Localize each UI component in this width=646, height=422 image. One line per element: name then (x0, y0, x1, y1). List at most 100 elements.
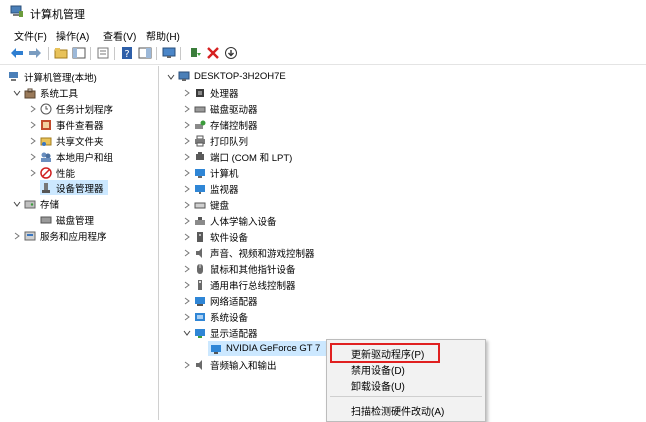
device-category-software-devices[interactable]: 软件设备 (182, 229, 248, 244)
chevron-right-icon[interactable] (182, 168, 192, 178)
chevron-right-icon[interactable] (182, 216, 192, 226)
tree-item-task-scheduler[interactable]: 任务计划程序 (28, 101, 113, 116)
tree-item-shared-folders[interactable]: 共享文件夹 (28, 133, 104, 148)
device-category-hid[interactable]: 人体学输入设备 (182, 213, 277, 228)
device-category-sound[interactable]: 声音、视频和游戏控制器 (182, 245, 315, 260)
shared-folder-icon (40, 135, 52, 147)
tree-item-local-users-groups[interactable]: 本地用户和组 (28, 149, 113, 164)
chevron-right-icon[interactable] (182, 136, 192, 146)
mouse-icon (194, 263, 206, 275)
chevron-right-icon[interactable] (182, 120, 192, 130)
tree-item-storage[interactable]: 存储 (12, 196, 59, 211)
device-category-computer[interactable]: 计算机 (182, 165, 239, 180)
chevron-right-icon[interactable] (182, 264, 192, 274)
menu-help[interactable]: 帮助(H) (146, 28, 180, 43)
chevron-down-icon[interactable] (166, 72, 176, 82)
chevron-down-icon[interactable] (12, 199, 22, 209)
keyboard-icon (194, 199, 206, 211)
chevron-right-icon[interactable] (28, 120, 38, 130)
system-device-icon (194, 311, 206, 323)
device-category-monitors[interactable]: 监视器 (182, 181, 239, 196)
toolbar-separator (114, 47, 115, 60)
menu-scan-hardware[interactable]: 扫描检测硬件改动(A) (351, 403, 444, 418)
hid-icon (194, 215, 206, 227)
chevron-right-icon[interactable] (182, 88, 192, 98)
chevron-right-icon[interactable] (182, 248, 192, 258)
properties-icon[interactable] (96, 46, 110, 60)
tree-item-services-applications[interactable]: 服务和应用程序 (12, 228, 107, 243)
chevron-right-icon[interactable] (28, 136, 38, 146)
up-folder-icon[interactable] (54, 46, 68, 60)
menu-action[interactable]: 操作(A) (56, 28, 89, 43)
storage-controller-icon (194, 119, 206, 131)
device-root[interactable]: DESKTOP-3H2OH7E (166, 69, 286, 84)
device-category-ports[interactable]: 端口 (COM 和 LPT) (182, 149, 292, 164)
chevron-right-icon[interactable] (182, 200, 192, 210)
window-title: 计算机管理 (30, 9, 85, 21)
chevron-right-icon[interactable] (28, 104, 38, 114)
update-driver-icon[interactable] (188, 46, 202, 60)
category-label: 键盘 (210, 200, 230, 212)
device-nvidia-geforce[interactable]: NVIDIA GeForce GT 7 (208, 341, 336, 356)
chevron-right-icon[interactable] (182, 360, 192, 370)
chevron-right-icon[interactable] (12, 231, 22, 241)
chevron-right-icon[interactable] (28, 152, 38, 162)
menu-update-driver[interactable]: 更新驱动程序(P) (351, 346, 424, 361)
device-category-display-adapters[interactable]: 显示适配器 (182, 325, 258, 340)
help-icon[interactable]: ? (120, 46, 134, 60)
menu-view[interactable]: 查看(V) (103, 28, 136, 43)
disk-drive-icon (194, 103, 206, 115)
category-label: 通用串行总线控制器 (210, 280, 296, 292)
menu-file[interactable]: 文件(F) (14, 28, 47, 43)
tree-item-computer-management[interactable]: 计算机管理(本地) (8, 69, 97, 84)
chevron-right-icon[interactable] (182, 104, 192, 114)
speaker-icon (194, 247, 206, 259)
device-category-audio-io[interactable]: 音频输入和输出 (182, 357, 277, 372)
disk-management-icon (40, 214, 52, 226)
tree-label: 事件查看器 (56, 120, 104, 132)
chevron-right-icon[interactable] (182, 232, 192, 242)
category-label: 监视器 (210, 184, 239, 196)
software-device-icon (194, 231, 206, 243)
back-arrow-icon[interactable] (10, 46, 24, 60)
menu-uninstall-device[interactable]: 卸载设备(U) (351, 378, 405, 393)
category-label: 音频输入和输出 (210, 360, 277, 372)
chevron-down-icon[interactable] (12, 88, 22, 98)
category-label: 显示适配器 (210, 328, 258, 340)
chevron-right-icon[interactable] (182, 296, 192, 306)
menu-disable-device[interactable]: 禁用设备(D) (351, 362, 405, 377)
tree-label: 共享文件夹 (56, 136, 104, 148)
chevron-right-icon[interactable] (182, 280, 192, 290)
chevron-right-icon[interactable] (182, 312, 192, 322)
tree-item-performance[interactable]: 性能 (28, 165, 75, 180)
storage-icon (24, 198, 36, 210)
chevron-right-icon[interactable] (28, 168, 38, 178)
device-category-network-adapters[interactable]: 网络适配器 (182, 293, 258, 308)
device-category-system-devices[interactable]: 系统设备 (182, 309, 248, 324)
tree-item-disk-management[interactable]: 磁盘管理 (40, 212, 94, 227)
forward-arrow-icon[interactable] (28, 46, 42, 60)
device-category-processors[interactable]: 处理器 (182, 85, 239, 100)
chevron-right-icon[interactable] (182, 152, 192, 162)
toolbar-separator (90, 47, 91, 60)
monitor-icon (194, 183, 206, 195)
chevron-right-icon[interactable] (182, 184, 192, 194)
action-pane-icon[interactable] (138, 46, 152, 60)
tree-item-system-tools[interactable]: 系统工具 (12, 85, 78, 100)
show-hide-tree-icon[interactable] (72, 46, 86, 60)
device-category-storage-controllers[interactable]: 存储控制器 (182, 117, 258, 132)
category-label: 鼠标和其他指针设备 (210, 264, 296, 276)
monitor-icon[interactable] (162, 46, 176, 60)
device-category-mice[interactable]: 鼠标和其他指针设备 (182, 261, 296, 276)
tree-item-event-viewer[interactable]: 事件查看器 (28, 117, 104, 132)
device-label: NVIDIA GeForce GT 7 (226, 343, 321, 354)
device-category-keyboards[interactable]: 键盘 (182, 197, 229, 212)
device-category-usb[interactable]: 通用串行总线控制器 (182, 277, 296, 292)
uninstall-icon[interactable] (206, 46, 220, 60)
chevron-down-icon[interactable] (182, 328, 192, 338)
tree-item-device-manager[interactable]: 设备管理器 (40, 180, 108, 195)
download-icon[interactable] (224, 46, 238, 60)
menu-divider (330, 396, 482, 397)
device-category-print-queues[interactable]: 打印队列 (182, 133, 248, 148)
device-category-disk-drives[interactable]: 磁盘驱动器 (182, 101, 258, 116)
